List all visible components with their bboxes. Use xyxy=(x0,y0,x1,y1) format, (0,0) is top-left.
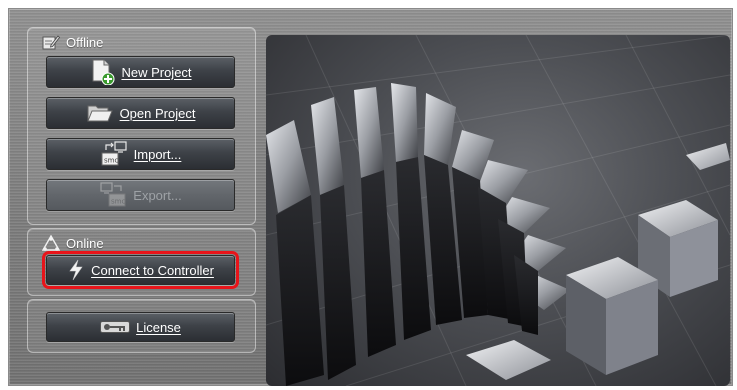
import-label: Import... xyxy=(133,146,182,162)
edit-note-icon xyxy=(42,34,60,50)
start-page: Offline New Project Open Project smc Imp… xyxy=(8,8,733,386)
open-project-button[interactable]: Open Project xyxy=(46,97,235,129)
new-project-button[interactable]: New Project xyxy=(46,56,235,88)
online-group-title: Online xyxy=(42,235,104,251)
offline-label: Offline xyxy=(66,34,104,50)
key-icon xyxy=(100,320,131,334)
export-icon: smc xyxy=(99,182,127,208)
network-triangle-icon xyxy=(42,235,60,251)
lightning-icon xyxy=(67,259,85,281)
offline-group-title: Offline xyxy=(42,34,103,50)
import-icon: smc xyxy=(100,141,128,167)
connect-label: Connect to Controller xyxy=(91,262,214,278)
open-project-label: Open Project xyxy=(119,105,196,121)
license-button[interactable]: License xyxy=(46,312,235,342)
svg-text:smc: smc xyxy=(111,198,125,206)
new-project-label: New Project xyxy=(121,64,192,80)
preview-graphic xyxy=(266,35,730,386)
new-document-icon xyxy=(89,59,115,85)
connect-to-controller-button[interactable]: Connect to Controller xyxy=(42,251,239,289)
export-button[interactable]: smc Export... xyxy=(46,179,235,211)
offline-group: Offline New Project Open Project smc Imp… xyxy=(27,27,256,225)
license-label: License xyxy=(136,319,181,335)
online-label: Online xyxy=(66,235,104,251)
online-group: Online Connect to Controller xyxy=(27,228,256,296)
export-label: Export... xyxy=(133,187,182,203)
import-button[interactable]: smc Import... xyxy=(46,138,235,170)
svg-text:smc: smc xyxy=(104,157,118,165)
license-group: License xyxy=(27,299,256,353)
open-folder-icon xyxy=(86,102,114,124)
